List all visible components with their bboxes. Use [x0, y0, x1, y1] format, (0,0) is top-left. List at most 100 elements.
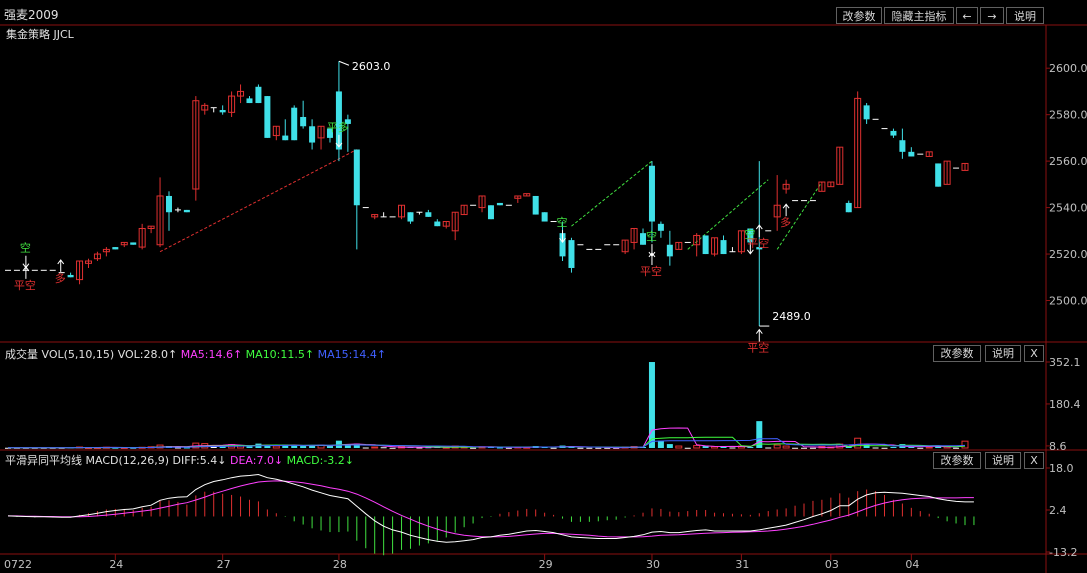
volume-bar [890, 447, 897, 449]
candle-body [532, 195, 539, 215]
signal-arrow [782, 203, 790, 217]
volume-bar [925, 446, 933, 449]
volume-bar [792, 447, 799, 449]
candle-body [657, 223, 664, 231]
x-tick-label: 04 [905, 558, 919, 571]
candle-body [935, 163, 942, 187]
signal-arrow [22, 255, 30, 269]
signal-arrow [648, 252, 656, 265]
volume-tick-label: 352.1 [1049, 356, 1081, 369]
x-tick-label: 29 [539, 558, 553, 571]
candle-body [300, 116, 307, 127]
volume-bar [666, 444, 673, 448]
axes: 2500.0 2520.0 2540.0 2560.0 2580.0 2600.0 352.… [4, 62, 1087, 571]
volume-bar [496, 447, 503, 449]
macd-panel [7, 473, 975, 556]
volume-bar [773, 444, 781, 449]
trend-line [159, 149, 358, 253]
signal-label: 空 [20, 241, 31, 255]
volume-tick-label: 180.4 [1049, 398, 1081, 411]
price-panel: 2603.02489.0空平空多平多空空平空空平空平空多 [5, 60, 969, 355]
candle-body [863, 105, 870, 120]
volume-tick-label: 8.6 [1049, 440, 1067, 453]
volume-bar [917, 447, 924, 449]
candle-body [648, 165, 655, 222]
futures-chart[interactable]: 2603.02489.0空平空多平多空空平空空平空平空多 2500.02520.… [0, 0, 1087, 573]
macd-tick-label: 18.0 [1049, 462, 1074, 475]
volume-bar [801, 447, 808, 449]
volume-bar [675, 445, 683, 449]
candle-body [899, 140, 906, 152]
volume-bar [300, 446, 307, 448]
volume-bar [586, 447, 593, 449]
x-tick-label: 03 [825, 558, 839, 571]
signal-label: 多 [780, 215, 791, 229]
signal-label: 平空 [640, 264, 662, 278]
signal-arrow [22, 266, 30, 279]
candle-body [496, 202, 503, 206]
volume-bar [470, 447, 477, 449]
signal-arrow [755, 328, 763, 342]
candle-body [407, 212, 414, 222]
x-tick-label: 28 [333, 558, 347, 571]
diff-line [7, 473, 974, 543]
volume-bar [272, 445, 280, 449]
candle-body [720, 240, 727, 255]
signal-label: 平空 [747, 341, 769, 355]
chart-frame [0, 24, 1087, 573]
x-tick-label: 0722 [4, 558, 32, 571]
candle-body [541, 212, 548, 222]
candle-body [908, 151, 915, 157]
trend-line [571, 160, 653, 227]
volume-bar [693, 445, 701, 449]
signal-label: 平空 [14, 278, 36, 292]
price-tick-label: 2560.0 [1049, 155, 1087, 168]
volume-bar [765, 447, 772, 449]
candle-body [568, 240, 575, 268]
volume-bar [961, 440, 969, 449]
candle-body [702, 235, 709, 255]
volume-bar [953, 447, 960, 449]
volume-bar [684, 447, 691, 449]
signal-label: 平空 [747, 236, 769, 250]
signal-label: 空 [646, 229, 657, 243]
price-tick-label: 2540.0 [1049, 202, 1087, 215]
volume-bar [389, 447, 396, 449]
candle-body [309, 126, 316, 143]
volume-bar [371, 446, 379, 449]
annotation-leader [338, 60, 350, 66]
volume-bar [872, 447, 879, 449]
volume-bar [729, 447, 736, 449]
price-tick-label: 2520.0 [1049, 248, 1087, 261]
candle-body [219, 110, 226, 113]
volume-bar [881, 447, 888, 449]
signal-label: 平多 [327, 120, 349, 134]
candle-body [246, 98, 253, 104]
volume-bar [326, 446, 333, 448]
volume-bar [550, 447, 557, 449]
candle-body [487, 205, 494, 220]
volume-bar [577, 447, 584, 449]
volume-bar [362, 447, 369, 449]
volume-panel [5, 362, 969, 450]
candle-body [890, 130, 897, 136]
candle-body [183, 209, 190, 213]
candle-body [666, 244, 673, 257]
signal-label: 多 [55, 271, 66, 285]
candle-body [264, 96, 271, 138]
candle-body [112, 247, 119, 250]
annotation-label: 2489.0 [772, 310, 811, 323]
volume-bar [246, 446, 253, 448]
price-tick-label: 2600.0 [1049, 62, 1087, 75]
candle-body [425, 212, 432, 217]
candle-body [434, 221, 441, 227]
volume-bar [380, 447, 387, 449]
x-tick-label: 27 [217, 558, 231, 571]
candle-body [353, 149, 360, 206]
annotation-label: 2603.0 [352, 60, 391, 73]
candle-body [67, 274, 74, 278]
price-tick-label: 2580.0 [1049, 109, 1087, 122]
candle-body [282, 135, 289, 141]
x-tick-label: 24 [109, 558, 123, 571]
x-tick-label: 30 [646, 558, 660, 571]
